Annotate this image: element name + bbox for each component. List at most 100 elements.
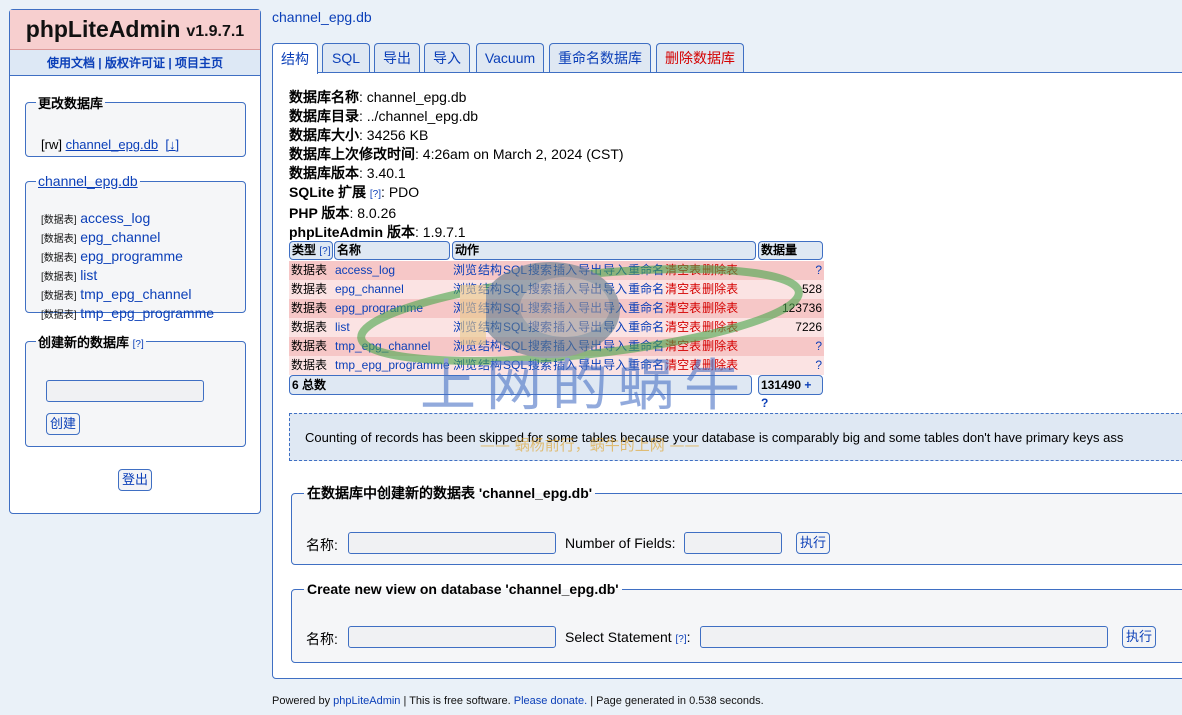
download-db-link[interactable]: [↓] xyxy=(165,137,179,152)
row-action-3[interactable]: 搜索 xyxy=(528,339,552,353)
select-statement-input[interactable] xyxy=(700,626,1108,648)
col-header-type[interactable]: 类型 [?] xyxy=(289,241,333,260)
row-action-2[interactable]: SQL xyxy=(503,339,527,353)
db-tables-link[interactable]: channel_epg.db xyxy=(38,173,138,189)
row-table-name-link[interactable]: epg_channel xyxy=(335,280,404,299)
row-action-6[interactable]: 导入 xyxy=(603,320,627,334)
license-link[interactable]: 版权许可证 xyxy=(105,56,165,70)
tab-sql[interactable]: SQL xyxy=(322,43,370,72)
row-action-3[interactable]: 搜索 xyxy=(528,263,552,277)
create-view-name-input[interactable] xyxy=(348,626,556,648)
row-action-5[interactable]: 导出 xyxy=(578,301,602,315)
row-action-9[interactable]: 删除表 xyxy=(702,320,738,334)
create-db-button[interactable]: 创建 xyxy=(46,413,81,435)
row-action-6[interactable]: 导入 xyxy=(603,358,627,372)
create-table-go-button[interactable]: 执行 xyxy=(796,532,831,554)
row-action-4[interactable]: 插入 xyxy=(553,339,577,353)
row-count[interactable]: ? xyxy=(815,356,822,375)
row-action-3[interactable]: 搜索 xyxy=(528,358,552,372)
sidebar-table-link-tmp-epg-channel[interactable]: tmp_epg_channel xyxy=(80,286,191,302)
row-action-9[interactable]: 删除表 xyxy=(702,282,738,296)
row-action-8[interactable]: 清空表 xyxy=(665,358,701,372)
row-action-5[interactable]: 导出 xyxy=(578,282,602,296)
row-action-8[interactable]: 清空表 xyxy=(665,320,701,334)
row-action-0[interactable]: 浏览 xyxy=(453,320,477,334)
row-action-8[interactable]: 清空表 xyxy=(665,301,701,315)
sidebar-table-link-tmp-epg-programme[interactable]: tmp_epg_programme xyxy=(80,305,214,321)
row-action-4[interactable]: 插入 xyxy=(553,358,577,372)
tab-delete-db[interactable]: 删除数据库 xyxy=(656,43,744,72)
row-action-7[interactable]: 重命名 xyxy=(628,301,664,315)
row-action-1[interactable]: 结构 xyxy=(478,339,502,353)
row-action-1[interactable]: 结构 xyxy=(478,301,502,315)
sidebar-table-link-list[interactable]: list xyxy=(80,267,97,283)
row-action-7[interactable]: 重命名 xyxy=(628,263,664,277)
sidebar-table-link-epg-programme[interactable]: epg_programme xyxy=(80,248,183,264)
tab-import[interactable]: 导入 xyxy=(424,43,470,72)
logout-button[interactable]: 登出 xyxy=(118,469,153,491)
row-action-8[interactable]: 清空表 xyxy=(665,282,701,296)
row-action-6[interactable]: 导入 xyxy=(603,339,627,353)
create-db-help-link[interactable]: [?] xyxy=(133,339,144,350)
row-action-3[interactable]: 搜索 xyxy=(528,301,552,315)
row-action-4[interactable]: 插入 xyxy=(553,263,577,277)
row-action-5[interactable]: 导出 xyxy=(578,263,602,277)
row-action-1[interactable]: 结构 xyxy=(478,358,502,372)
row-table-name-link[interactable]: epg_programme xyxy=(335,299,423,318)
row-action-2[interactable]: SQL xyxy=(503,282,527,296)
sidebar-table-link-access-log[interactable]: access_log xyxy=(80,210,150,226)
tab-rename-db[interactable]: 重命名数据库 xyxy=(549,43,651,72)
sidebar-table-link-epg-channel[interactable]: epg_channel xyxy=(80,229,160,245)
row-action-1[interactable]: 结构 xyxy=(478,282,502,296)
row-action-0[interactable]: 浏览 xyxy=(453,282,477,296)
row-action-2[interactable]: SQL xyxy=(503,358,527,372)
row-action-5[interactable]: 导出 xyxy=(578,320,602,334)
tab-vacuum[interactable]: Vacuum xyxy=(476,43,544,72)
row-action-0[interactable]: 浏览 xyxy=(453,263,477,277)
docs-link[interactable]: 使用文档 xyxy=(47,56,95,70)
row-count[interactable]: ? xyxy=(815,337,822,356)
row-action-3[interactable]: 搜索 xyxy=(528,320,552,334)
row-table-name-link[interactable]: tmp_epg_programme xyxy=(335,356,450,375)
row-action-5[interactable]: 导出 xyxy=(578,358,602,372)
tab-structure[interactable]: 结构 xyxy=(272,43,318,74)
project-home-link[interactable]: 项目主页 xyxy=(175,56,223,70)
row-action-7[interactable]: 重命名 xyxy=(628,358,664,372)
new-db-name-input[interactable] xyxy=(46,380,204,402)
sqlite-ext-help-link[interactable]: [?] xyxy=(370,189,381,200)
breadcrumb-db[interactable]: channel_epg.db xyxy=(272,9,372,25)
row-action-4[interactable]: 插入 xyxy=(553,301,577,315)
tab-export[interactable]: 导出 xyxy=(374,43,420,72)
row-action-9[interactable]: 删除表 xyxy=(702,301,738,315)
create-view-go-button[interactable]: 执行 xyxy=(1122,626,1157,648)
row-table-name-link[interactable]: list xyxy=(335,318,350,337)
row-action-7[interactable]: 重命名 xyxy=(628,282,664,296)
row-action-9[interactable]: 删除表 xyxy=(702,339,738,353)
row-action-7[interactable]: 重命名 xyxy=(628,339,664,353)
row-action-0[interactable]: 浏览 xyxy=(453,339,477,353)
row-action-9[interactable]: 删除表 xyxy=(702,358,738,372)
row-action-6[interactable]: 导入 xyxy=(603,263,627,277)
row-action-1[interactable]: 结构 xyxy=(478,263,502,277)
create-table-name-input[interactable] xyxy=(348,532,556,554)
row-action-2[interactable]: SQL xyxy=(503,301,527,315)
footer-pla-link[interactable]: phpLiteAdmin xyxy=(333,695,400,707)
donate-link[interactable]: Please donate. xyxy=(514,695,587,707)
row-action-2[interactable]: SQL xyxy=(503,320,527,334)
row-action-4[interactable]: 插入 xyxy=(553,320,577,334)
row-action-0[interactable]: 浏览 xyxy=(453,301,477,315)
row-count[interactable]: ? xyxy=(815,261,822,280)
row-action-8[interactable]: 清空表 xyxy=(665,263,701,277)
row-action-8[interactable]: 清空表 xyxy=(665,339,701,353)
row-action-1[interactable]: 结构 xyxy=(478,320,502,334)
row-action-7[interactable]: 重命名 xyxy=(628,320,664,334)
row-action-0[interactable]: 浏览 xyxy=(453,358,477,372)
row-action-9[interactable]: 删除表 xyxy=(702,263,738,277)
row-action-4[interactable]: 插入 xyxy=(553,282,577,296)
row-table-name-link[interactable]: tmp_epg_channel xyxy=(335,337,430,356)
row-action-3[interactable]: 搜索 xyxy=(528,282,552,296)
row-action-6[interactable]: 导入 xyxy=(603,301,627,315)
row-action-2[interactable]: SQL xyxy=(503,263,527,277)
row-table-name-link[interactable]: access_log xyxy=(335,261,395,280)
col-header-name[interactable]: 名称 xyxy=(334,241,450,260)
